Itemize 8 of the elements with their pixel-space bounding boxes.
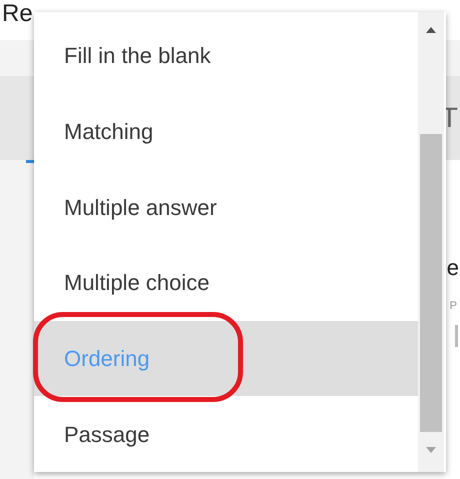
tab-indicator xyxy=(26,160,34,163)
field-label: P xyxy=(450,299,457,314)
scroll-up-icon[interactable] xyxy=(425,26,437,34)
scroll-down-icon[interactable] xyxy=(425,446,437,454)
scrollbar-thumb[interactable] xyxy=(420,134,442,432)
heading-text: e xyxy=(446,254,459,282)
page-title: Re xyxy=(2,0,33,28)
menu-item[interactable]: Passage xyxy=(34,396,418,472)
